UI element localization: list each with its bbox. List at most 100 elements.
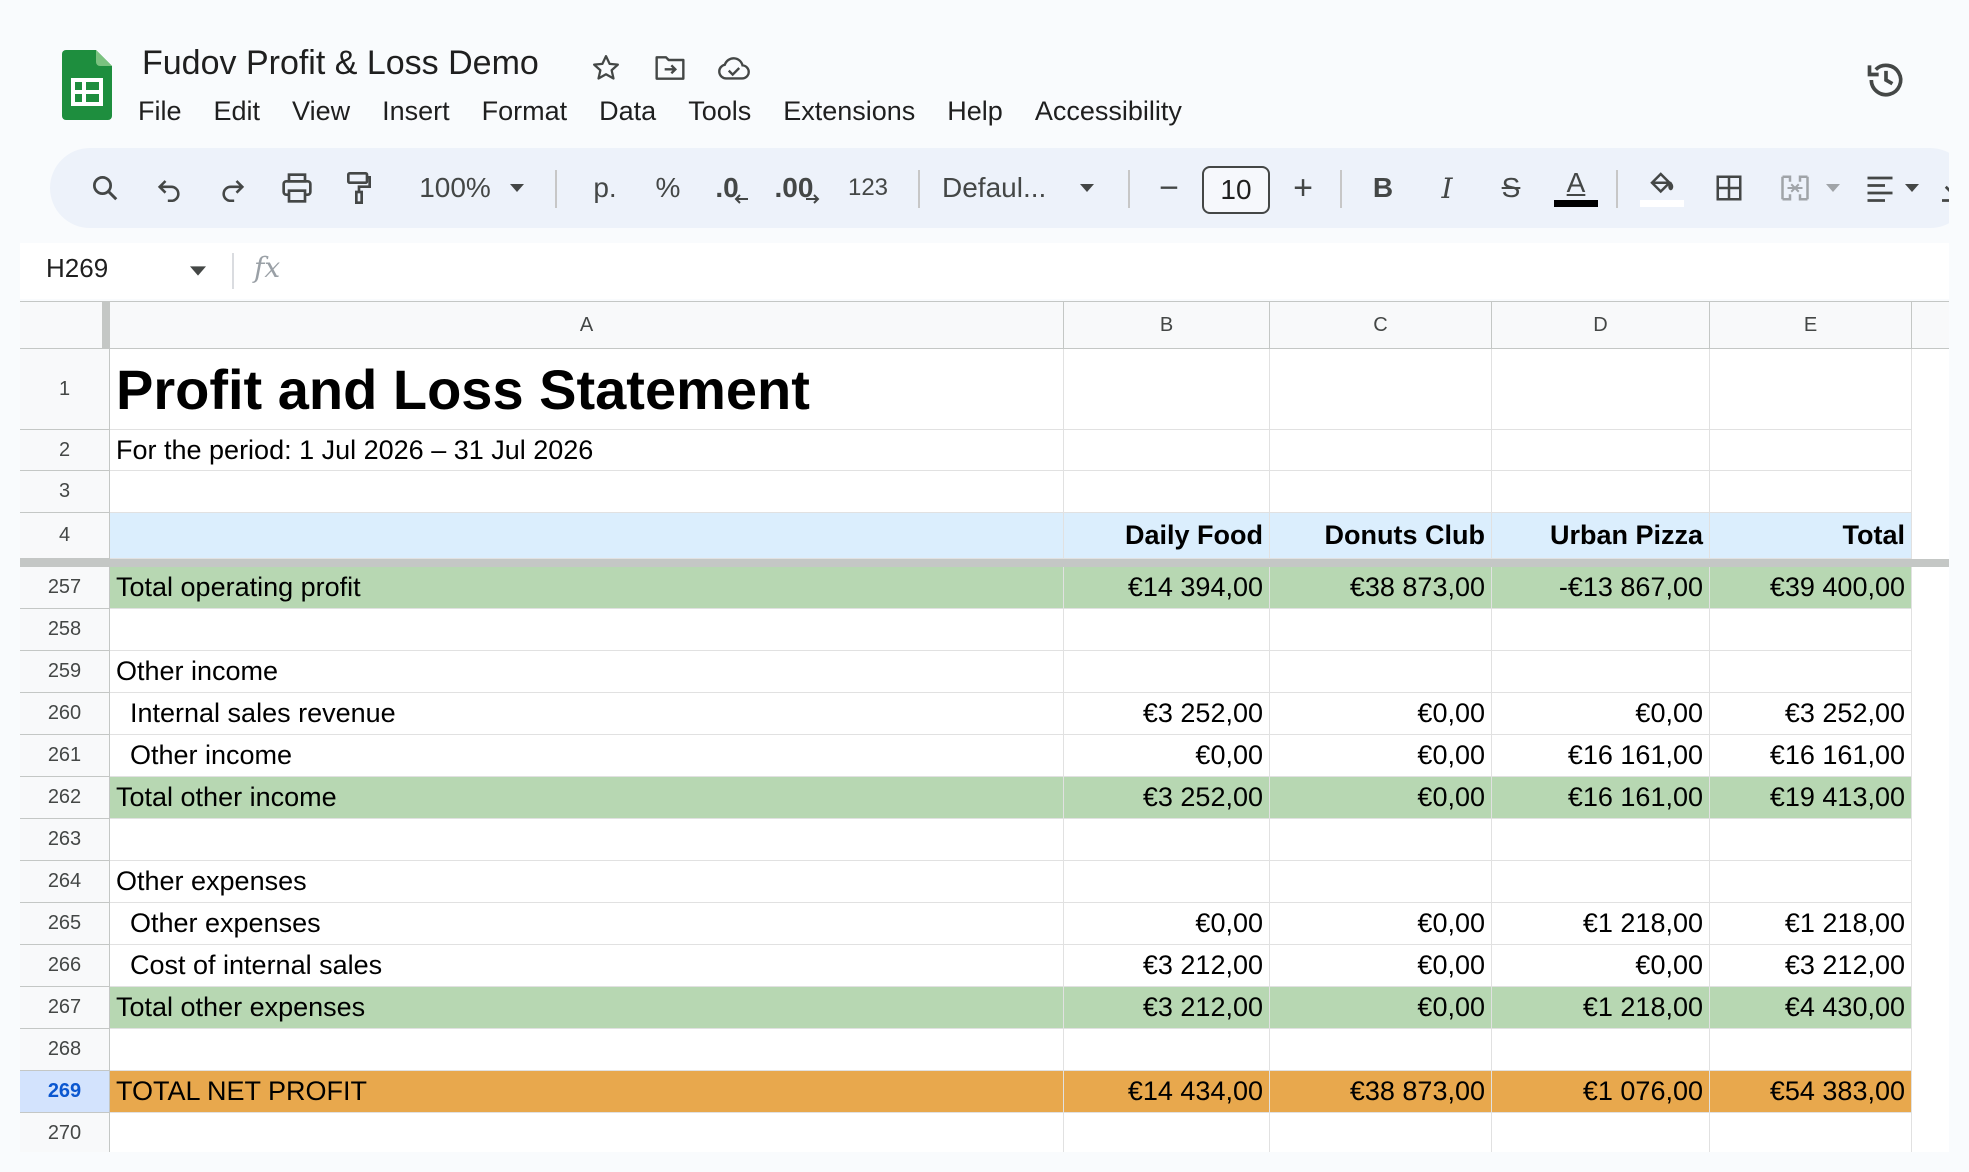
value-cell[interactable] xyxy=(1492,819,1710,861)
menu-insert[interactable]: Insert xyxy=(366,90,466,132)
print-icon[interactable] xyxy=(272,148,322,228)
cell[interactable] xyxy=(1270,349,1492,430)
row-number[interactable]: 261 xyxy=(20,735,110,777)
menu-help[interactable]: Help xyxy=(931,90,1019,132)
column-header-e[interactable]: E xyxy=(1710,302,1912,349)
cell[interactable] xyxy=(1064,471,1270,513)
row-number[interactable]: 260 xyxy=(20,693,110,735)
value-cell[interactable] xyxy=(1064,1113,1270,1152)
value-cell[interactable]: €16 161,00 xyxy=(1492,777,1710,819)
value-cell[interactable]: -€13 867,00 xyxy=(1492,567,1710,609)
column-header-d[interactable]: D xyxy=(1492,302,1710,349)
header-daily-food[interactable]: Daily Food xyxy=(1064,513,1270,559)
row-label-cell[interactable]: Cost of internal sales xyxy=(110,945,1064,987)
more-formats-button[interactable]: 123 xyxy=(838,148,898,228)
value-cell[interactable]: €14 394,00 xyxy=(1064,567,1270,609)
value-cell[interactable]: €1 076,00 xyxy=(1492,1071,1710,1113)
row-number[interactable]: 266 xyxy=(20,945,110,987)
cell[interactable] xyxy=(1492,349,1710,430)
row-number[interactable]: 257 xyxy=(20,567,110,609)
row-number[interactable]: 269 xyxy=(20,1071,110,1113)
star-icon[interactable] xyxy=(588,50,624,86)
merge-dropdown-icon[interactable] xyxy=(1820,148,1846,228)
row-label-cell[interactable]: Other expenses xyxy=(110,903,1064,945)
search-icon[interactable] xyxy=(82,148,128,228)
row-label-cell[interactable] xyxy=(110,819,1064,861)
decrease-font-size-button[interactable]: − xyxy=(1148,148,1190,228)
zoom-dropdown-icon[interactable] xyxy=(502,148,532,228)
value-cell[interactable] xyxy=(1492,1113,1710,1152)
row-label-cell[interactable]: TOTAL NET PROFIT xyxy=(110,1071,1064,1113)
value-cell[interactable] xyxy=(1270,651,1492,693)
header-donuts-club[interactable]: Donuts Club xyxy=(1270,513,1492,559)
font-select[interactable]: Defaul... xyxy=(942,148,1066,228)
column-header-c[interactable]: C xyxy=(1270,302,1492,349)
period-cell[interactable]: For the period: 1 Jul 2026 – 31 Jul 2026 xyxy=(110,430,1064,471)
undo-icon[interactable] xyxy=(146,148,192,228)
value-cell[interactable] xyxy=(1064,651,1270,693)
row-number[interactable]: 267 xyxy=(20,987,110,1029)
value-cell[interactable] xyxy=(1270,1113,1492,1152)
row-label-cell[interactable] xyxy=(110,1029,1064,1071)
value-cell[interactable]: €0,00 xyxy=(1270,903,1492,945)
value-cell[interactable] xyxy=(1710,1113,1912,1152)
strikethrough-button[interactable]: S xyxy=(1488,148,1534,228)
increase-font-size-button[interactable]: + xyxy=(1282,148,1324,228)
value-cell[interactable] xyxy=(1710,651,1912,693)
cell[interactable] xyxy=(1270,430,1492,471)
percent-format-button[interactable]: % xyxy=(646,148,690,228)
cell[interactable] xyxy=(110,471,1064,513)
value-cell[interactable] xyxy=(1492,609,1710,651)
value-cell[interactable]: €1 218,00 xyxy=(1492,987,1710,1029)
value-cell[interactable]: €38 873,00 xyxy=(1270,1071,1492,1113)
menu-accessibility[interactable]: Accessibility xyxy=(1019,90,1198,132)
row-label-cell[interactable]: Other income xyxy=(110,735,1064,777)
value-cell[interactable]: €19 413,00 xyxy=(1710,777,1912,819)
name-box-dropdown-icon[interactable] xyxy=(190,263,206,281)
value-cell[interactable]: €39 400,00 xyxy=(1710,567,1912,609)
sheet-title-cell[interactable]: Profit and Loss Statement xyxy=(110,349,1064,430)
paint-format-icon[interactable] xyxy=(336,148,382,228)
value-cell[interactable] xyxy=(1270,609,1492,651)
cell[interactable] xyxy=(110,513,1064,559)
value-cell[interactable]: €0,00 xyxy=(1270,945,1492,987)
row-label-cell[interactable]: Internal sales revenue xyxy=(110,693,1064,735)
value-cell[interactable] xyxy=(1710,609,1912,651)
row-label-cell[interactable]: Total operating profit xyxy=(110,567,1064,609)
value-cell[interactable] xyxy=(1064,1029,1270,1071)
column-header-b[interactable]: B xyxy=(1064,302,1270,349)
value-cell[interactable] xyxy=(1492,861,1710,903)
value-cell[interactable] xyxy=(1710,819,1912,861)
value-cell[interactable] xyxy=(1064,819,1270,861)
sheets-logo-icon[interactable] xyxy=(62,50,112,120)
value-cell[interactable]: €0,00 xyxy=(1492,945,1710,987)
bold-button[interactable]: B xyxy=(1360,148,1406,228)
cell[interactable] xyxy=(1710,430,1912,471)
move-folder-icon[interactable] xyxy=(652,50,688,86)
row-number[interactable]: 264 xyxy=(20,861,110,903)
value-cell[interactable]: €3 252,00 xyxy=(1710,693,1912,735)
currency-format-button[interactable]: p. xyxy=(580,148,630,228)
decrease-decimal-button[interactable]: .0 xyxy=(706,148,758,228)
menu-format[interactable]: Format xyxy=(466,90,584,132)
value-cell[interactable]: €0,00 xyxy=(1270,693,1492,735)
row-number[interactable]: 1 xyxy=(20,349,110,430)
increase-decimal-button[interactable]: .00 xyxy=(768,148,828,228)
vertical-align-icon[interactable] xyxy=(1934,148,1949,228)
row-number[interactable]: 268 xyxy=(20,1029,110,1071)
row-label-cell[interactable] xyxy=(110,1113,1064,1152)
value-cell[interactable]: €3 252,00 xyxy=(1064,777,1270,819)
row-number[interactable]: 262 xyxy=(20,777,110,819)
align-dropdown-icon[interactable] xyxy=(1900,148,1924,228)
value-cell[interactable] xyxy=(1064,861,1270,903)
cell[interactable] xyxy=(1710,349,1912,430)
merge-cells-icon[interactable] xyxy=(1770,148,1820,228)
column-header-f[interactable] xyxy=(1912,302,1949,349)
row-number[interactable]: 3 xyxy=(20,471,110,513)
row-label-cell[interactable]: Other expenses xyxy=(110,861,1064,903)
menu-extensions[interactable]: Extensions xyxy=(767,90,931,132)
zoom-select[interactable]: 100% xyxy=(414,148,496,228)
cell[interactable] xyxy=(1492,471,1710,513)
menu-view[interactable]: View xyxy=(276,90,366,132)
value-cell[interactable] xyxy=(1270,1029,1492,1071)
